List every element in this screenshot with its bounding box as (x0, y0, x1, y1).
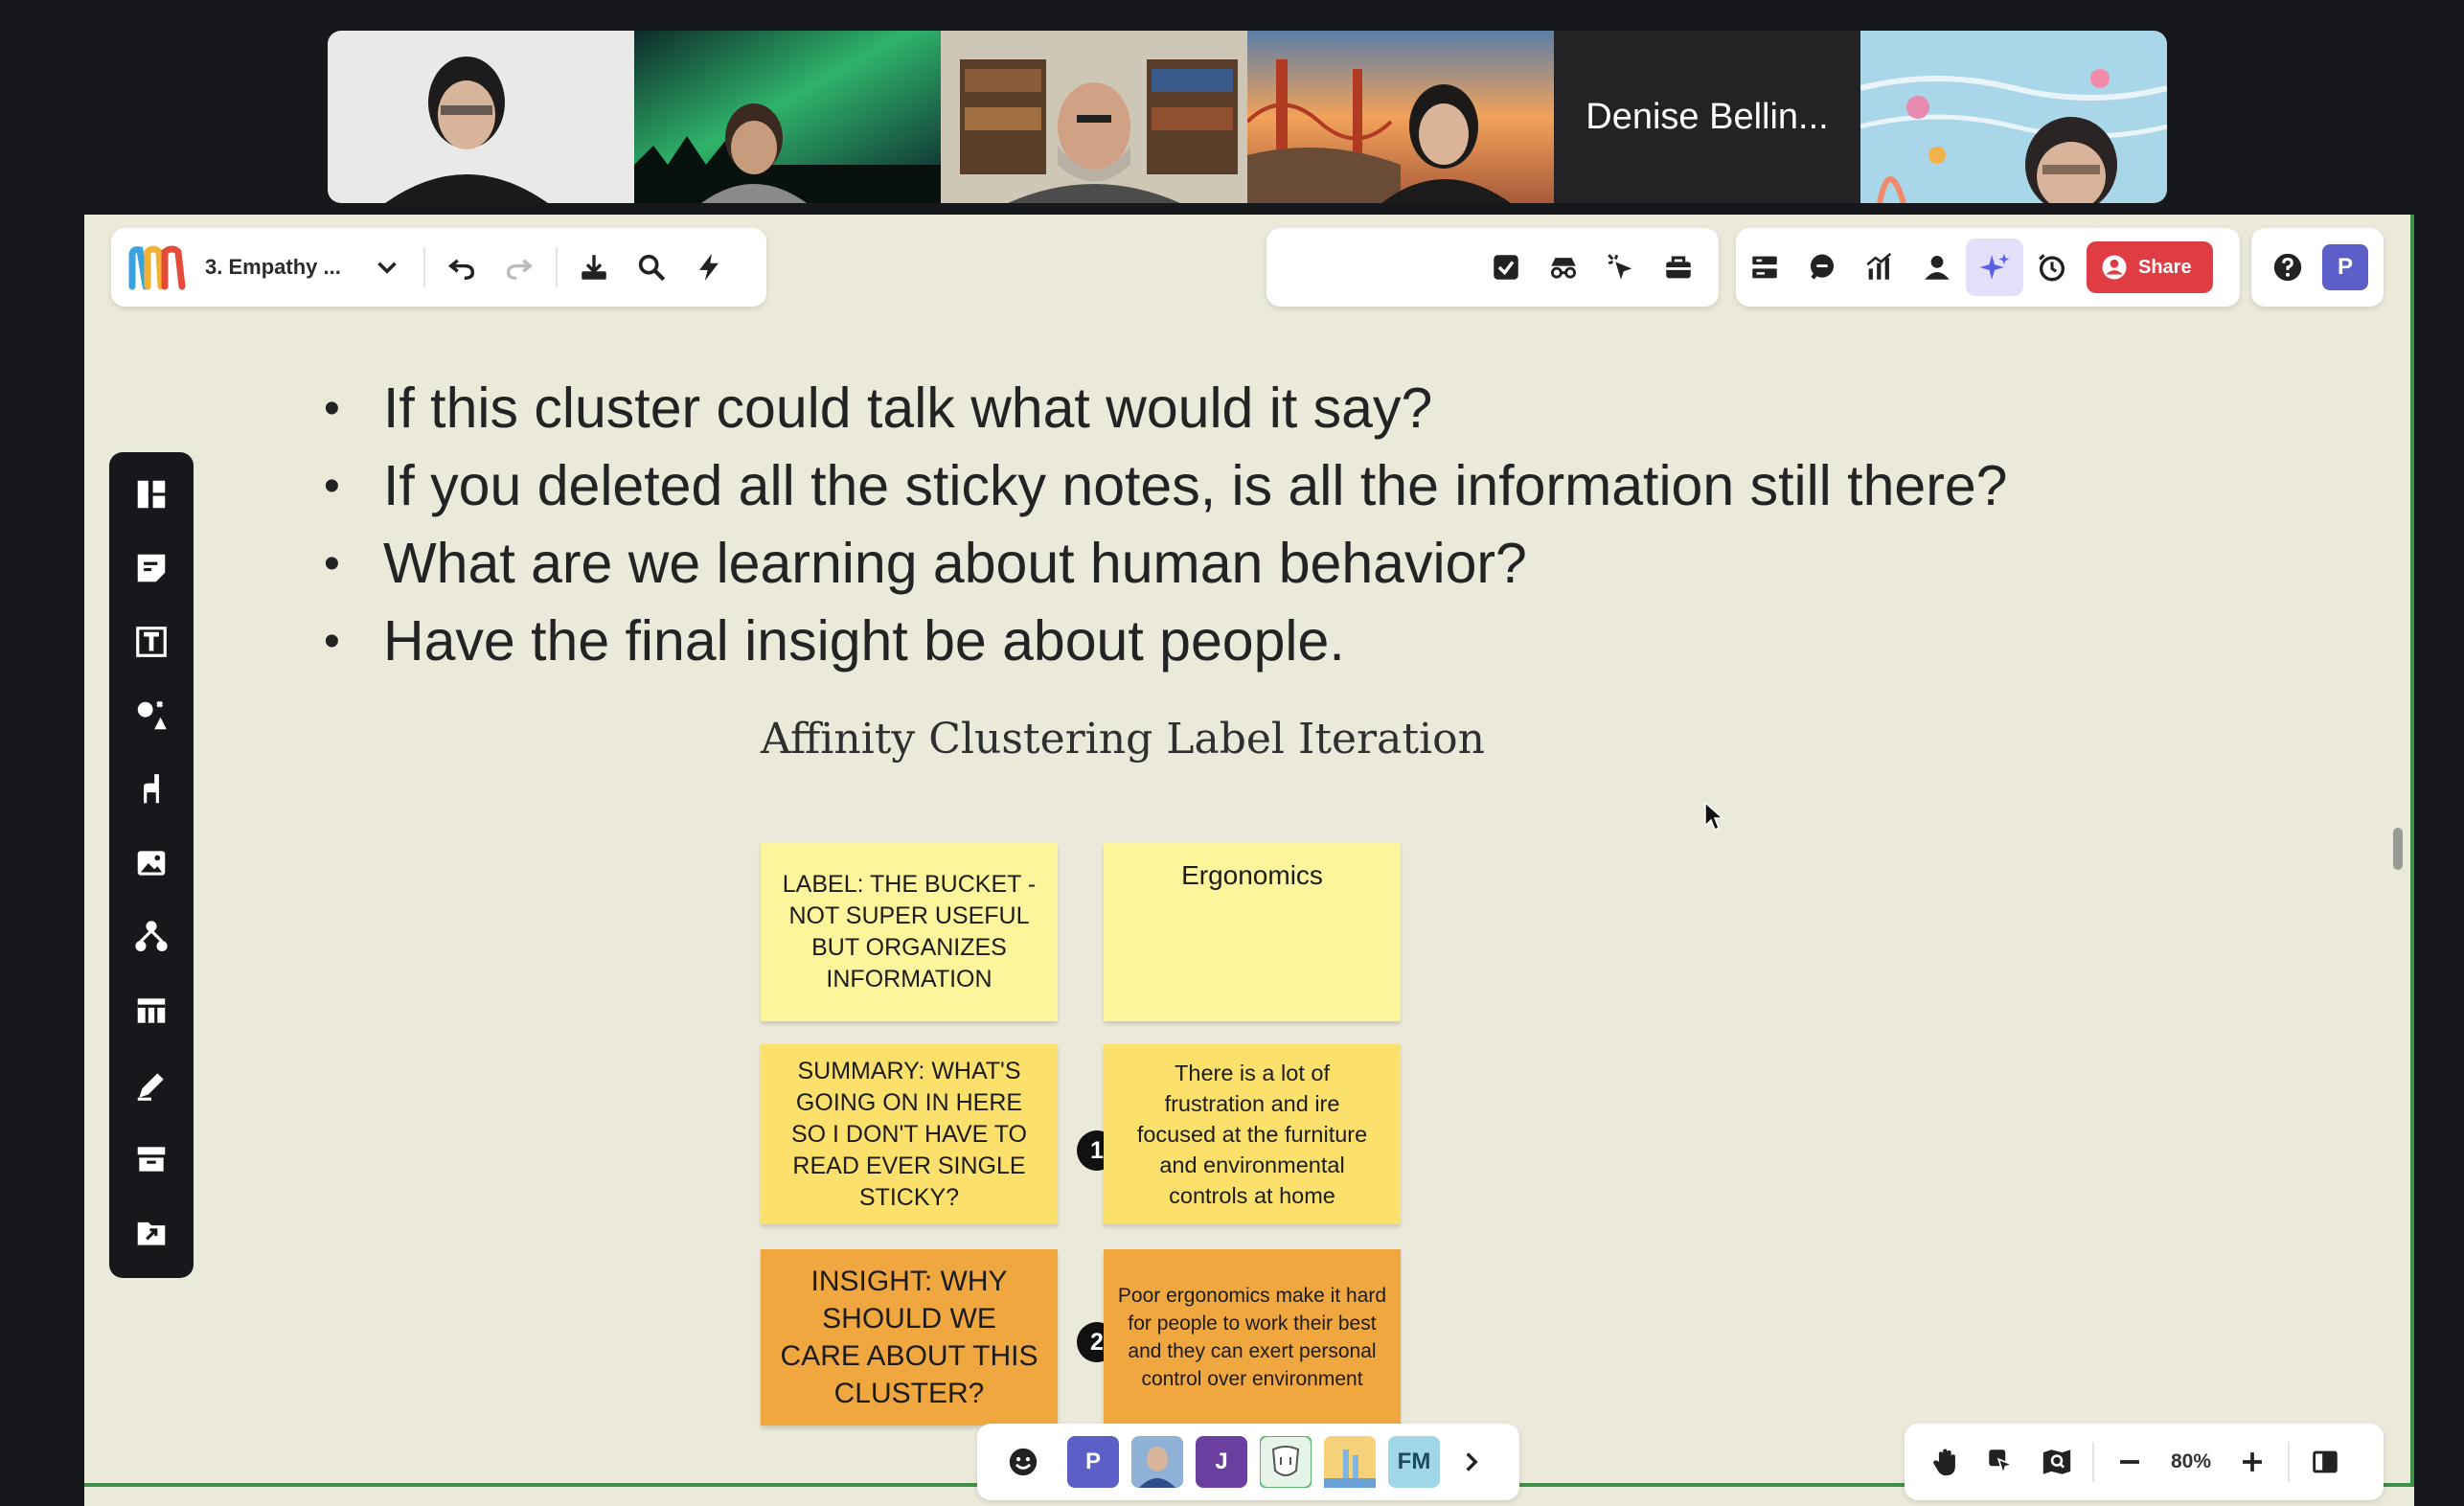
zoom-controls: 80% (1905, 1424, 2384, 1500)
share-button[interactable]: Share (2087, 241, 2213, 293)
emoji-reaction-icon[interactable] (994, 1433, 1052, 1491)
bullet-item: If this cluster could talk what would it… (324, 370, 2007, 447)
sticky-insight-example[interactable]: Poor ergonomics make it hard for people … (1104, 1249, 1401, 1426)
hand-pan-icon[interactable] (1918, 1433, 1973, 1491)
collaborator-animal-icon (1260, 1436, 1312, 1488)
collaborator-avatar[interactable] (1131, 1436, 1183, 1488)
archive-icon[interactable] (123, 1130, 180, 1188)
text-icon[interactable] (123, 613, 180, 671)
search-icon[interactable] (623, 239, 680, 296)
comment-icon[interactable] (1793, 239, 1851, 296)
participant-tile-2[interactable] (634, 31, 941, 203)
undo-icon[interactable] (433, 239, 491, 296)
participant-name: Denise Bellin... (1554, 31, 1860, 203)
diagram-icon[interactable] (123, 909, 180, 967)
participant-tile-1[interactable] (328, 31, 634, 203)
participant-tile-4[interactable] (1247, 31, 1554, 203)
board-menu-chevron-icon[interactable] (358, 239, 416, 296)
download-icon[interactable] (565, 239, 623, 296)
sticky-text: Poor ergonomics make it hard for people … (1117, 1285, 1387, 1390)
board-name[interactable]: 3. Empathy ... (205, 255, 358, 280)
help-account-toolbar: P (2251, 228, 2384, 307)
layout-icon[interactable] (1736, 239, 1793, 296)
collaborator-photo-icon (1131, 1436, 1183, 1488)
bullet-item: If you deleted all the sticky notes, is … (324, 447, 2007, 525)
zoom-out-icon[interactable] (2102, 1433, 2157, 1491)
ai-sparkle-icon[interactable] (1966, 239, 2023, 296)
pen-icon[interactable] (123, 1057, 180, 1114)
cursor-sparkle-icon[interactable] (1592, 239, 1650, 296)
collaboration-toolbar: Share (1736, 228, 2240, 307)
toolbar-divider (556, 247, 558, 287)
shapes-icon[interactable] (123, 687, 180, 744)
collaborator-avatar[interactable] (1324, 1436, 1376, 1488)
board-border-right (2410, 215, 2414, 1484)
redo-icon[interactable] (491, 239, 548, 296)
participant-tile-6[interactable] (1860, 31, 2167, 203)
affinity-title: Affinity Clustering Label Iteration (761, 715, 1485, 764)
participant-video-6 (1860, 31, 2167, 203)
collaborator-dock: P J FM (977, 1424, 1519, 1500)
participant-tile-5[interactable]: Denise Bellin... (1554, 31, 1860, 203)
share-label: Share (2138, 256, 2192, 278)
participant-video-2 (634, 31, 941, 203)
map-search-icon[interactable] (2029, 1433, 2085, 1491)
participant-video-1 (328, 31, 634, 203)
participant-strip: Denise Bellin... (328, 31, 2167, 203)
collaborator-avatar[interactable]: J (1196, 1436, 1247, 1488)
sticky-text: Ergonomics (1181, 860, 1323, 890)
board-tools-toolbar (1266, 228, 1719, 307)
sticky-label-example[interactable]: Ergonomics (1104, 843, 1401, 1021)
participant-video-3 (941, 31, 1247, 203)
image-icon[interactable] (123, 834, 180, 892)
zoom-in-icon[interactable] (2224, 1433, 2280, 1491)
chevron-right-icon[interactable] (1452, 1433, 1491, 1491)
help-icon[interactable] (2259, 239, 2316, 296)
user-icon[interactable] (1908, 239, 1966, 296)
collaborator-avatar[interactable] (1260, 1436, 1312, 1488)
app-logo-icon[interactable] (125, 239, 192, 296)
table-icon[interactable] (123, 983, 180, 1040)
frames-icon[interactable] (123, 466, 180, 523)
sticky-text: INSIGHT: WHY SHOULD WE CARE ABOUT THIS C… (780, 1266, 1038, 1409)
bullet-item: What are we learning about human behavio… (324, 525, 2007, 603)
llama-icon[interactable] (123, 761, 180, 818)
sticky-text: LABEL: THE BUCKET - NOT SUPER USEFUL BUT… (782, 871, 1037, 993)
vertical-scrollbar[interactable] (2393, 828, 2403, 870)
user-avatar[interactable]: P (2322, 244, 2368, 290)
chart-icon[interactable] (1851, 239, 1908, 296)
panel-toggle-icon[interactable] (2297, 1433, 2353, 1491)
sticky-note-icon[interactable] (123, 539, 180, 597)
sticky-insight-definition[interactable]: INSIGHT: WHY SHOULD WE CARE ABOUT THIS C… (761, 1249, 1058, 1426)
sticky-summary-example[interactable]: There is a lot of frustration and ire fo… (1104, 1044, 1401, 1224)
sticky-text: There is a lot of frustration and ire fo… (1136, 1061, 1368, 1208)
bullet-item: Have the final insight be about people. (324, 603, 2007, 680)
guiding-questions-list: If this cluster could talk what would it… (324, 370, 2007, 680)
left-tool-palette (109, 452, 194, 1278)
mouse-cursor-icon (1704, 801, 1724, 832)
toolbar-divider (2288, 1442, 2290, 1482)
participant-tile-3[interactable] (941, 31, 1247, 203)
toolbar-divider (2092, 1442, 2094, 1482)
lightning-icon[interactable] (680, 239, 738, 296)
timer-icon[interactable] (2023, 239, 2081, 296)
toolbar-divider (423, 247, 425, 287)
toolbox-icon[interactable] (1650, 239, 1707, 296)
incognito-icon[interactable] (1535, 239, 1592, 296)
sticky-text: SUMMARY: WHAT'S GOING ON IN HERE SO I DO… (790, 1057, 1028, 1211)
whiteboard-canvas[interactable]: 3. Empathy ... Share P • If this cluster… (84, 215, 2414, 1506)
import-icon[interactable] (123, 1204, 180, 1262)
checkbox-icon[interactable] (1477, 239, 1535, 296)
collaborator-avatar[interactable]: P (1067, 1436, 1119, 1488)
participant-video-4 (1247, 31, 1554, 203)
multi-select-icon[interactable] (1973, 1433, 2029, 1491)
collaborator-landscape-icon (1324, 1436, 1376, 1488)
sticky-summary-definition[interactable]: SUMMARY: WHAT'S GOING ON IN HERE SO I DO… (761, 1044, 1058, 1224)
sticky-label-definition[interactable]: LABEL: THE BUCKET - NOT SUPER USEFUL BUT… (761, 843, 1058, 1021)
share-user-icon (2102, 255, 2127, 280)
collaborator-avatar[interactable]: FM (1388, 1436, 1440, 1488)
board-toolbar: 3. Empathy ... (111, 228, 766, 307)
zoom-level[interactable]: 80% (2157, 1450, 2224, 1473)
